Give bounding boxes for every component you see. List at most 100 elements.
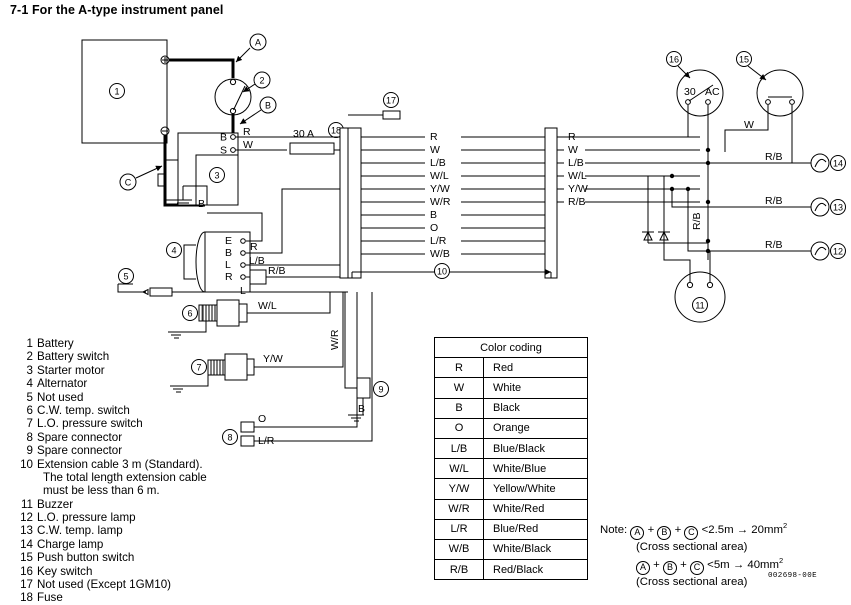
- legend-list: 1 Battery 2 Battery switch 3 Starter motor …: [16, 337, 231, 605]
- arrow-icon: →: [732, 559, 745, 572]
- color-code: Y/W: [434, 478, 484, 500]
- table-row: L/B Blue/Black: [434, 437, 588, 460]
- svg-text:14: 14: [833, 159, 843, 169]
- marker-c-icon: C: [684, 525, 699, 540]
- legend-number: 16: [20, 564, 33, 578]
- plus-sign: +: [674, 523, 682, 536]
- note-prefix: Note:: [600, 523, 628, 536]
- marker-a-icon: A: [636, 561, 650, 576]
- color-table-header: Color coding: [434, 336, 588, 359]
- svg-text:15: 15: [739, 55, 749, 65]
- legend-label: L.O. pressure lamp: [37, 511, 136, 525]
- list-item: 1 Battery: [16, 337, 231, 350]
- legend-continuation: The total length extension cable: [43, 470, 207, 484]
- marker-b-icon: B: [657, 525, 672, 540]
- color-code: L/B: [434, 437, 484, 460]
- svg-text:Y/W: Y/W: [263, 353, 283, 365]
- svg-text:W: W: [568, 144, 578, 156]
- svg-text:R: R: [250, 241, 258, 253]
- svg-text:Y/W: Y/W: [568, 183, 588, 195]
- svg-text:L: L: [240, 285, 246, 297]
- svg-text:R/B: R/B: [268, 265, 286, 277]
- legend-number: 12: [20, 511, 33, 525]
- color-code: W/R: [434, 498, 484, 520]
- table-row: W White: [434, 377, 588, 399]
- fuse-rating-label: 30 A: [293, 128, 314, 140]
- svg-text:30: 30: [684, 86, 696, 98]
- list-item: 6 C.W. temp. switch: [16, 404, 231, 417]
- svg-text:Y/W: Y/W: [430, 183, 450, 195]
- color-coding-table: Color coding R Red W White B Black O Orange …: [434, 336, 588, 581]
- legend-continuation: must be less than 6 m.: [43, 484, 160, 498]
- color-name: Blue/Black: [483, 437, 588, 460]
- note-condition: <2.5m: [701, 523, 734, 536]
- list-item: 2 Battery switch: [16, 350, 231, 363]
- legend-number: 9: [26, 444, 33, 458]
- color-code: W/B: [434, 538, 484, 561]
- legend-label: Battery: [37, 337, 74, 350]
- legend-label: Spare connector: [37, 444, 123, 458]
- note-condition: <5m: [707, 559, 730, 572]
- table-row: B Black: [434, 397, 588, 419]
- svg-text:W/L: W/L: [430, 170, 449, 182]
- color-code: W/L: [434, 458, 484, 480]
- svg-text:W: W: [744, 119, 754, 131]
- legend-label: Extension cable 3 m (Standard).: [37, 457, 203, 471]
- right-connector-block: [544, 127, 558, 279]
- svg-text:12: 12: [833, 247, 843, 257]
- legend-label: Buzzer: [37, 497, 74, 511]
- legend-number: 18: [20, 591, 33, 605]
- svg-text:6: 6: [187, 309, 192, 319]
- list-item: 13 C.W. temp. lamp: [16, 524, 231, 537]
- svg-text:1: 1: [114, 87, 119, 97]
- svg-text:11: 11: [695, 301, 704, 311]
- list-item: 18 Fuse: [16, 591, 231, 604]
- svg-text:L: L: [225, 259, 231, 271]
- note-exponent: 2: [779, 556, 784, 566]
- list-item: 7 L.O. pressure switch: [16, 417, 231, 430]
- legend-number: 10: [20, 457, 33, 471]
- legend-number: 15: [20, 551, 33, 565]
- svg-text:2: 2: [259, 76, 264, 86]
- color-name: White/Red: [483, 498, 588, 520]
- legend-label: Charge lamp: [37, 537, 104, 551]
- list-item: 11 Buzzer: [16, 498, 231, 511]
- svg-text:L/R: L/R: [430, 235, 447, 247]
- legend-number: 7: [26, 417, 33, 431]
- svg-text:B: B: [265, 101, 271, 111]
- list-item: 10 Extension cable 3 m (Standard).: [16, 458, 231, 471]
- marker-c-icon: C: [690, 561, 704, 576]
- svg-text:R/B: R/B: [765, 195, 783, 207]
- cw-temp-lamp-symbol: [810, 197, 830, 217]
- color-code: W: [434, 377, 484, 399]
- list-item: 5 Not used: [16, 391, 231, 404]
- svg-text:W/B: W/B: [430, 248, 450, 260]
- marker-a-icon: A: [630, 525, 645, 540]
- svg-text:R/B: R/B: [765, 151, 783, 163]
- legend-number: 4: [26, 377, 33, 391]
- list-item: 4 Alternator: [16, 377, 231, 390]
- table-row: W/R White/Red: [434, 498, 588, 520]
- svg-text:R: R: [243, 126, 251, 138]
- svg-text:B: B: [358, 403, 365, 415]
- charge-lamp-symbol: [810, 153, 830, 173]
- color-code: B: [434, 397, 484, 419]
- svg-text:13: 13: [833, 203, 843, 213]
- list-item: 12 L.O. pressure lamp: [16, 511, 231, 524]
- list-item-continuation: The total length extension cable: [16, 471, 231, 484]
- note-line-4: (Cross sectional area): [636, 576, 748, 589]
- push-button-switch-symbol: [756, 69, 804, 117]
- legend-label: C.W. temp. switch: [37, 403, 130, 417]
- wiring-diagram-page: 7-1 For the A-type instrument panel 1 A …: [0, 0, 851, 604]
- legend-number: 6: [26, 403, 33, 417]
- legend-number: 8: [26, 430, 33, 444]
- legend-number: 1: [26, 337, 33, 350]
- legend-label: Spare connector: [37, 430, 123, 444]
- svg-text:R: R: [430, 131, 438, 143]
- svg-text:L/B: L/B: [430, 157, 446, 169]
- svg-text:B: B: [225, 247, 232, 259]
- arrow-icon: →: [736, 523, 749, 536]
- svg-text:W: W: [243, 139, 253, 151]
- legend-label: Push button switch: [37, 551, 135, 565]
- svg-text:B: B: [220, 132, 227, 144]
